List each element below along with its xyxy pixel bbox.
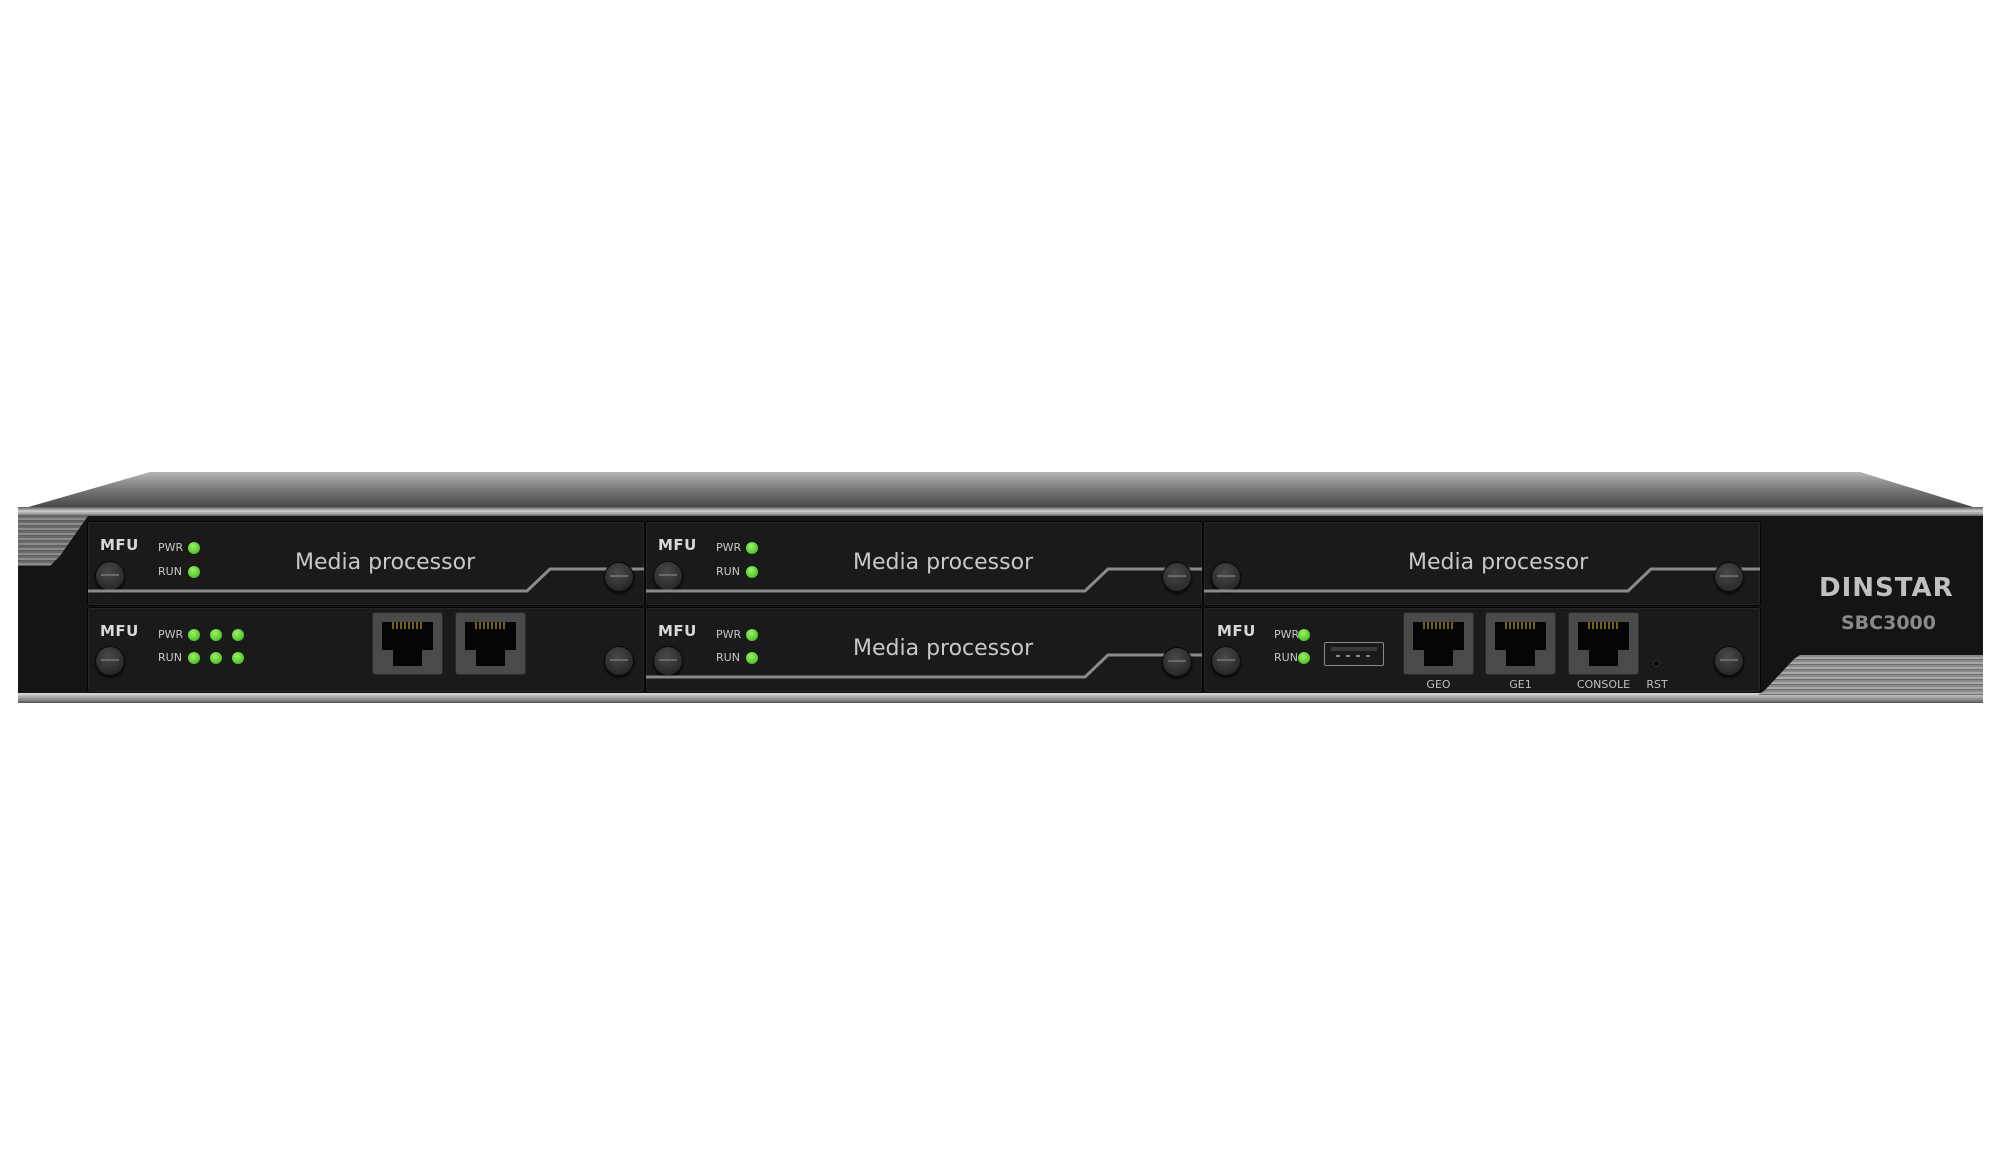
accent-line xyxy=(1204,567,1760,593)
pwr-label: PWR xyxy=(158,628,184,641)
run-led-3-icon xyxy=(232,652,244,664)
usb-port[interactable] xyxy=(1324,642,1384,666)
model-name: SBC3000 xyxy=(1841,612,1936,634)
chassis-top-lid xyxy=(18,472,1983,510)
ge1-label: GE1 xyxy=(1509,678,1532,691)
thumb-screw-icon[interactable] xyxy=(1714,562,1744,592)
thumb-screw-icon[interactable] xyxy=(1162,647,1192,677)
ethernet-port-1[interactable] xyxy=(372,612,443,675)
thumb-screw-icon[interactable] xyxy=(1162,562,1192,592)
run-led-2-icon xyxy=(210,652,222,664)
pwr-led-icon xyxy=(1298,629,1310,641)
ge1-port[interactable] xyxy=(1485,612,1556,675)
pwr-led-3-icon xyxy=(232,629,244,641)
ethernet-port-2[interactable] xyxy=(455,612,526,675)
mfu-label: MFU xyxy=(100,622,139,640)
slot-top-right[interactable]: Media processor xyxy=(1203,521,1761,606)
slot-top-left[interactable]: MFU PWR RUN Media processor xyxy=(87,521,645,606)
pwr-led-2-icon xyxy=(210,629,222,641)
thumb-screw-icon[interactable] xyxy=(604,646,634,676)
slot-top-middle[interactable]: MFU PWR RUN Media processor xyxy=(645,521,1203,606)
reset-button[interactable] xyxy=(1653,660,1660,667)
ge0-port[interactable] xyxy=(1403,612,1474,675)
thumb-screw-icon[interactable] xyxy=(1211,646,1241,676)
run-label: RUN xyxy=(158,651,182,664)
slot-bottom-left[interactable]: MFU PWR RUN xyxy=(87,607,645,693)
thumb-screw-icon[interactable] xyxy=(1714,646,1744,676)
console-port[interactable] xyxy=(1568,612,1639,675)
ge0-label: GEO xyxy=(1426,678,1451,691)
reset-label: RST xyxy=(1646,678,1668,691)
accent-line xyxy=(646,567,1202,593)
thumb-screw-icon[interactable] xyxy=(95,646,125,676)
brand-logo: DINSTAR xyxy=(1819,573,1954,603)
run-led-1-icon xyxy=(188,652,200,664)
sbc3000-device: MFU PWR RUN Media processor MFU PWR RUN … xyxy=(0,0,2001,1167)
pwr-led-1-icon xyxy=(188,629,200,641)
slot-bottom-middle[interactable]: MFU PWR RUN Media processor xyxy=(645,607,1203,693)
console-label: CONSOLE xyxy=(1576,678,1631,691)
accent-line xyxy=(88,567,644,593)
mfu-label: MFU xyxy=(1217,622,1256,640)
pwr-label: PWR xyxy=(1274,628,1300,641)
run-led-icon xyxy=(1298,652,1310,664)
thumb-screw-icon[interactable] xyxy=(604,562,634,592)
slot-bottom-right[interactable]: MFU PWR RUN GEO GE1 CONSOLE RST xyxy=(1203,607,1761,693)
accent-line xyxy=(646,653,1202,679)
run-label: RUN xyxy=(1274,651,1298,664)
chassis-bottom-trim xyxy=(18,693,1983,703)
